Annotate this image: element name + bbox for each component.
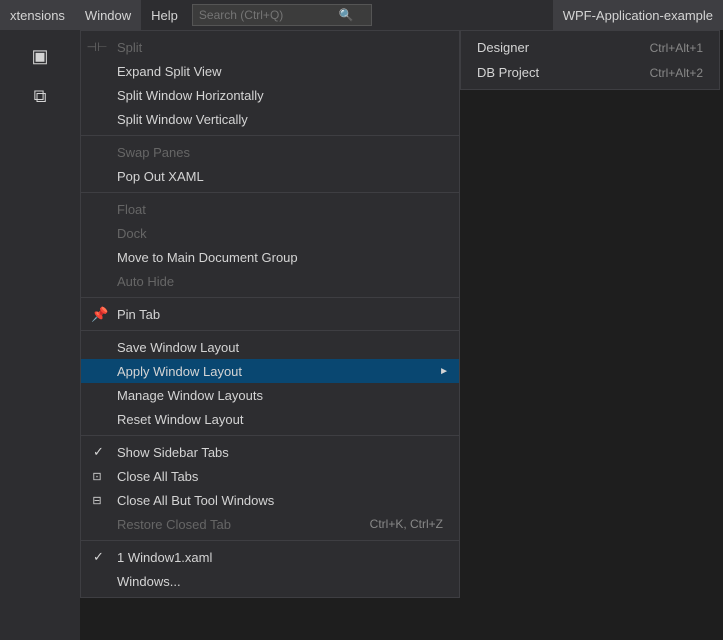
submenu-db-project-shortcut: Ctrl+Alt+2 [650,66,703,80]
sidebar-icon-2[interactable]: ⧉ [22,78,58,114]
apply-layout-submenu: Designer Ctrl+Alt+1 DB Project Ctrl+Alt+… [460,30,720,90]
menu-item-pin-tab[interactable]: 📌 Pin Tab [81,302,459,326]
sidebar: ▣ ⧉ [0,30,80,640]
menu-item-manage-layouts-label: Manage Window Layouts [117,388,263,403]
menu-item-show-sidebar[interactable]: ✓ Show Sidebar Tabs [81,440,459,464]
search-box[interactable]: 🔍 [192,4,372,26]
menu-item-apply-layout[interactable]: Apply Window Layout ► [81,359,459,383]
menu-item-split-vert[interactable]: Split Window Vertically [81,107,459,131]
separator-2 [81,192,459,193]
menu-item-manage-layouts[interactable]: Manage Window Layouts [81,383,459,407]
window-title: WPF-Application-example [553,0,723,30]
menu-item-auto-hide-label: Auto Hide [117,274,174,289]
menu-item-split-horiz-label: Split Window Horizontally [117,88,264,103]
submenu-item-db-project[interactable]: DB Project Ctrl+Alt+2 [461,60,719,85]
menu-item-split[interactable]: ⊣⊢ Split [81,35,459,59]
separator-5 [81,435,459,436]
restore-closed-shortcut: Ctrl+K, Ctrl+Z [370,517,443,531]
separator-4 [81,330,459,331]
close-all-tabs-icon: ⊡ [89,468,105,484]
menu-item-restore-closed-label: Restore Closed Tab [117,517,231,532]
menu-item-auto-hide[interactable]: Auto Hide [81,269,459,293]
check-icon-show-sidebar: ✓ [93,444,104,460]
menu-item-windows-label: Windows... [117,574,181,589]
menu-item-windows[interactable]: Windows... [81,569,459,593]
submenu-designer-shortcut: Ctrl+Alt+1 [650,41,703,55]
submenu-db-project-label: DB Project [477,65,539,80]
submenu-item-designer[interactable]: Designer Ctrl+Alt+1 [461,35,719,60]
menu-item-save-layout-label: Save Window Layout [117,340,239,355]
menu-item-move-to-main-label: Move to Main Document Group [117,250,298,265]
menu-item-close-all-but-tool[interactable]: ⊟ Close All But Tool Windows [81,488,459,512]
menu-item-show-sidebar-label: Show Sidebar Tabs [117,445,229,460]
menu-item-close-all-but-tool-label: Close All But Tool Windows [117,493,274,508]
separator-1 [81,135,459,136]
menu-extensions-label: xtensions [10,8,65,23]
menu-item-apply-layout-label: Apply Window Layout [117,364,242,379]
menu-help-label: Help [151,8,178,23]
menu-item-pop-out-xaml-label: Pop Out XAML [117,169,204,184]
menu-item-split-horiz[interactable]: Split Window Horizontally [81,83,459,107]
menu-item-pin-tab-label: Pin Tab [117,307,160,322]
sidebar-icon-1[interactable]: ▣ [22,38,58,74]
separator-3 [81,297,459,298]
menu-bar: xtensions Window Help 🔍 WPF-Application-… [0,0,723,30]
menu-window-label: Window [85,8,131,23]
menu-item-expand-split-label: Expand Split View [117,64,222,79]
menu-item-float-label: Float [117,202,146,217]
window-dropdown-menu: ⊣⊢ Split Expand Split View Split Window … [80,30,460,598]
submenu-arrow-icon: ► [439,366,449,377]
submenu-designer-label: Designer [477,40,529,55]
menu-item-window1[interactable]: ✓ 1 Window1.xaml [81,545,459,569]
menu-item-window1-label: 1 Window1.xaml [117,550,212,565]
menu-item-reset-layout-label: Reset Window Layout [117,412,243,427]
search-icon[interactable]: 🔍 [339,8,354,22]
pin-icon: 📌 [91,306,108,323]
menu-item-save-layout[interactable]: Save Window Layout [81,335,459,359]
check-icon-window1: ✓ [93,549,104,565]
separator-6 [81,540,459,541]
menu-item-move-to-main[interactable]: Move to Main Document Group [81,245,459,269]
menu-item-pop-out-xaml[interactable]: Pop Out XAML [81,164,459,188]
menu-item-swap-panes-label: Swap Panes [117,145,190,160]
menu-item-split-label: Split [117,40,142,55]
menu-item-expand-split[interactable]: Expand Split View [81,59,459,83]
menu-window[interactable]: Window [75,0,141,30]
menu-item-restore-closed[interactable]: Restore Closed Tab Ctrl+K, Ctrl+Z [81,512,459,536]
menu-item-dock-label: Dock [117,226,147,241]
search-input[interactable] [199,8,339,22]
menu-item-swap-panes[interactable]: Swap Panes [81,140,459,164]
menu-item-close-all-tabs-label: Close All Tabs [117,469,198,484]
menu-item-dock[interactable]: Dock [81,221,459,245]
split-icon: ⊣⊢ [89,39,105,55]
menu-item-split-vert-label: Split Window Vertically [117,112,248,127]
menu-item-float[interactable]: Float [81,197,459,221]
menu-item-close-all-tabs[interactable]: ⊡ Close All Tabs [81,464,459,488]
menu-item-reset-layout[interactable]: Reset Window Layout [81,407,459,431]
close-all-but-tool-icon: ⊟ [89,492,105,508]
menu-help[interactable]: Help [141,0,188,30]
menu-extensions[interactable]: xtensions [0,0,75,30]
